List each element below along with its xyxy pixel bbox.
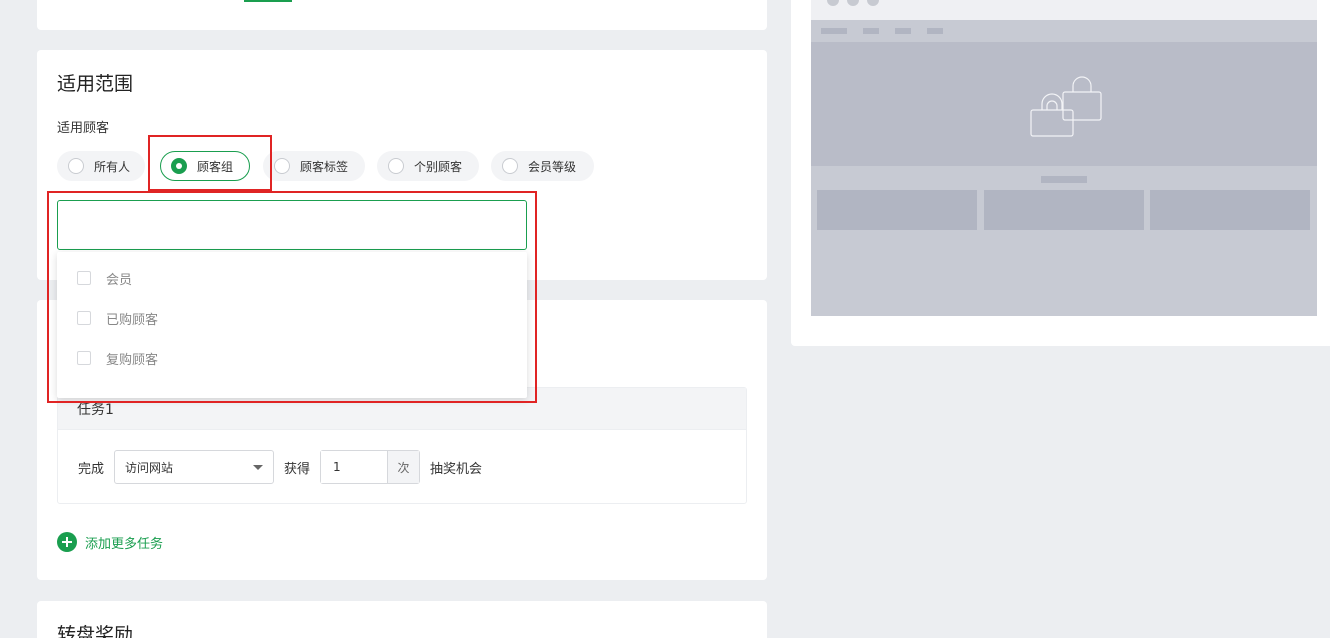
customer-group-dropdown: 会员 已购顾客 复购顾客 — [57, 252, 527, 398]
product-tile — [984, 190, 1144, 230]
task-row: 完成 访问网站 获得 次 抽奖机会 — [78, 450, 482, 484]
customer-group-search — [57, 200, 527, 250]
dropdown-item-label: 会员 — [106, 272, 133, 288]
dropdown-item-label: 复购顾客 — [106, 352, 159, 368]
caret-down-icon — [253, 464, 264, 470]
window-dot-icon — [847, 0, 859, 6]
product-tile — [1150, 190, 1310, 230]
radio-label: 个别顾客 — [414, 159, 463, 174]
count-input[interactable] — [321, 451, 388, 483]
radio-individual-customer[interactable]: 个别顾客 — [377, 151, 479, 181]
scope-title: 适用范围 — [57, 73, 134, 95]
plus-circle-icon — [57, 532, 77, 552]
nav-placeholder — [821, 28, 847, 34]
dropdown-item-member[interactable]: 会员 — [57, 258, 527, 298]
window-dot-icon — [827, 0, 839, 6]
task-box: 任务1 完成 访问网站 获得 次 抽奖机会 — [57, 387, 747, 504]
browser-hero — [811, 42, 1317, 166]
checkbox-icon — [77, 311, 91, 325]
count-unit: 次 — [387, 451, 420, 483]
wheel-title: 转盘奖励 — [57, 624, 134, 638]
action-select[interactable]: 访问网站 — [114, 450, 275, 484]
radio-circle-icon — [68, 158, 84, 174]
nav-placeholder — [863, 28, 879, 34]
browser-titlebar — [811, 0, 1317, 20]
radio-all[interactable]: 所有人 — [57, 151, 145, 181]
preview-panel — [791, 0, 1330, 346]
checkbox-icon — [77, 271, 91, 285]
radio-member-level[interactable]: 会员等级 — [491, 151, 594, 181]
dropdown-item-repurchased[interactable]: 复购顾客 — [57, 338, 527, 378]
radio-selected-icon — [171, 158, 187, 174]
top-card — [37, 0, 767, 30]
get-label: 获得 — [284, 461, 311, 477]
browser-nav — [811, 20, 1317, 42]
count-input-group: 次 — [320, 450, 421, 484]
complete-label: 完成 — [78, 461, 105, 477]
browser-body — [811, 166, 1317, 316]
product-tile — [817, 190, 977, 230]
dropdown-item-purchased[interactable]: 已购顾客 — [57, 298, 527, 338]
radio-label: 所有人 — [94, 159, 131, 174]
wheel-card: 转盘奖励 — [37, 601, 767, 638]
customer-label: 适用顾客 — [57, 121, 110, 136]
customer-group-search-input[interactable] — [58, 201, 526, 249]
radio-customer-group[interactable]: 顾客组 — [160, 151, 250, 181]
shopping-bags-icon — [1030, 76, 1102, 137]
checkbox-icon — [77, 351, 91, 365]
window-dot-icon — [867, 0, 879, 6]
action-select-value: 访问网站 — [125, 460, 174, 475]
radio-label: 顾客标签 — [300, 159, 349, 174]
radio-label: 会员等级 — [528, 159, 577, 174]
nav-placeholder — [895, 28, 911, 34]
radio-circle-icon — [274, 158, 290, 174]
radio-circle-icon — [502, 158, 518, 174]
radio-label: 顾客组 — [197, 159, 234, 174]
radio-customer-tag[interactable]: 顾客标签 — [263, 151, 365, 181]
reward-label: 抽奖机会 — [430, 461, 483, 477]
add-more-task-button[interactable]: 添加更多任务 — [57, 532, 163, 552]
body-placeholder — [1041, 176, 1087, 183]
nav-placeholder — [927, 28, 943, 34]
add-more-task-label: 添加更多任务 — [85, 536, 164, 552]
radio-circle-icon — [388, 158, 404, 174]
dropdown-item-label: 已购顾客 — [106, 312, 159, 328]
active-tab-underline — [244, 0, 292, 2]
